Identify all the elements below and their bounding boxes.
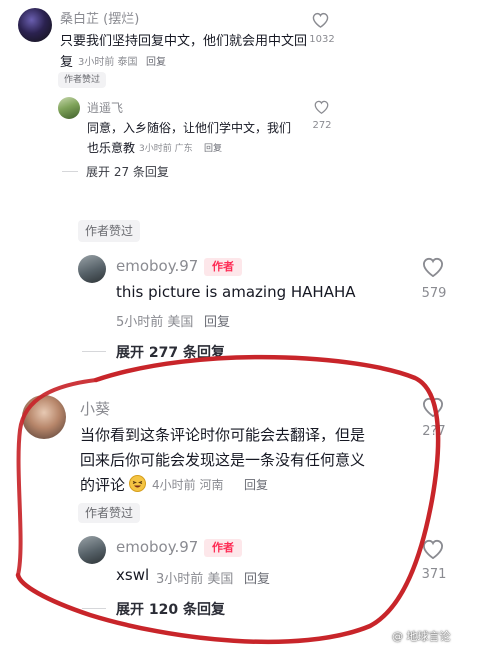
divider	[82, 608, 106, 609]
comment-meta: 3小时前 泰国	[78, 57, 138, 68]
watermark: @ 地球言论	[392, 630, 451, 643]
expand-replies-button[interactable]: 展开 120 条回复	[116, 599, 225, 619]
comment-text: this picture is amazing HAHAHA	[116, 283, 356, 301]
like-count: 371	[421, 567, 447, 582]
comment-author-name[interactable]: emoboy.97	[116, 257, 198, 275]
avatar[interactable]	[18, 8, 52, 42]
comment-meta: 5小时前 美国	[116, 315, 194, 330]
comment-author-name[interactable]: 逍遥飞	[87, 99, 123, 116]
comment-text-line: 当你看到这条评论时你可能会去翻译，但是	[80, 426, 366, 444]
avatar[interactable]	[78, 536, 106, 564]
avatar[interactable]	[78, 255, 106, 283]
comment-meta: 3小时前 美国	[156, 572, 234, 587]
comment-text-line: 同意，入乡随俗，让他们学中文，我们	[87, 121, 292, 135]
comment-text-line: 也乐意教	[87, 141, 136, 155]
heart-icon[interactable]	[314, 100, 329, 114]
comment-meta: 4小时前 河南	[152, 478, 224, 492]
comment-author-name[interactable]: 桑白芷 (摆烂)	[60, 8, 139, 27]
expand-replies-button[interactable]: 展开 277 条回复	[116, 342, 225, 362]
heart-icon[interactable]	[422, 397, 444, 417]
author-liked-badge: 作者赞过	[78, 220, 140, 242]
comment-text-line: 的评论	[80, 476, 126, 494]
avatar[interactable]	[58, 97, 80, 119]
heart-icon[interactable]	[422, 257, 444, 277]
laughing-emoji-icon	[129, 475, 146, 492]
like-count: 1032	[309, 34, 335, 45]
divider	[82, 351, 106, 352]
author-liked-badge: 作者赞过	[78, 503, 140, 523]
like-count: 579	[421, 286, 447, 301]
comment-text-line: 复	[60, 55, 74, 70]
heart-icon[interactable]	[312, 12, 329, 28]
heart-icon[interactable]	[422, 539, 444, 559]
reply-button[interactable]: 回复	[204, 311, 230, 330]
comment-text: xswl	[116, 566, 150, 584]
comment-meta: 3小时前 广东	[139, 144, 193, 154]
reply-button[interactable]: 回复	[146, 53, 166, 68]
reply-button[interactable]: 回复	[244, 476, 268, 493]
author-tag: 作者	[204, 258, 242, 276]
reply-button[interactable]: 回复	[204, 141, 222, 154]
comment-text-line: 回来后你可能会发现这是一条没有任何意义	[80, 451, 366, 469]
author-liked-badge: 作者赞过	[58, 72, 106, 88]
avatar[interactable]	[22, 395, 66, 439]
reply-button[interactable]: 回复	[244, 568, 270, 587]
like-count: 2?7	[422, 424, 446, 439]
comment-text-line: 只要我们坚持回复中文，他们就会用中文回	[60, 34, 308, 49]
like-count: 272	[312, 120, 332, 131]
comment-author-name[interactable]: emoboy.97	[116, 538, 198, 556]
divider	[62, 171, 78, 172]
expand-replies-button[interactable]: 展开 27 条回复	[86, 163, 169, 180]
comment-author-name[interactable]: 小葵	[80, 398, 110, 419]
author-tag: 作者	[204, 539, 242, 557]
